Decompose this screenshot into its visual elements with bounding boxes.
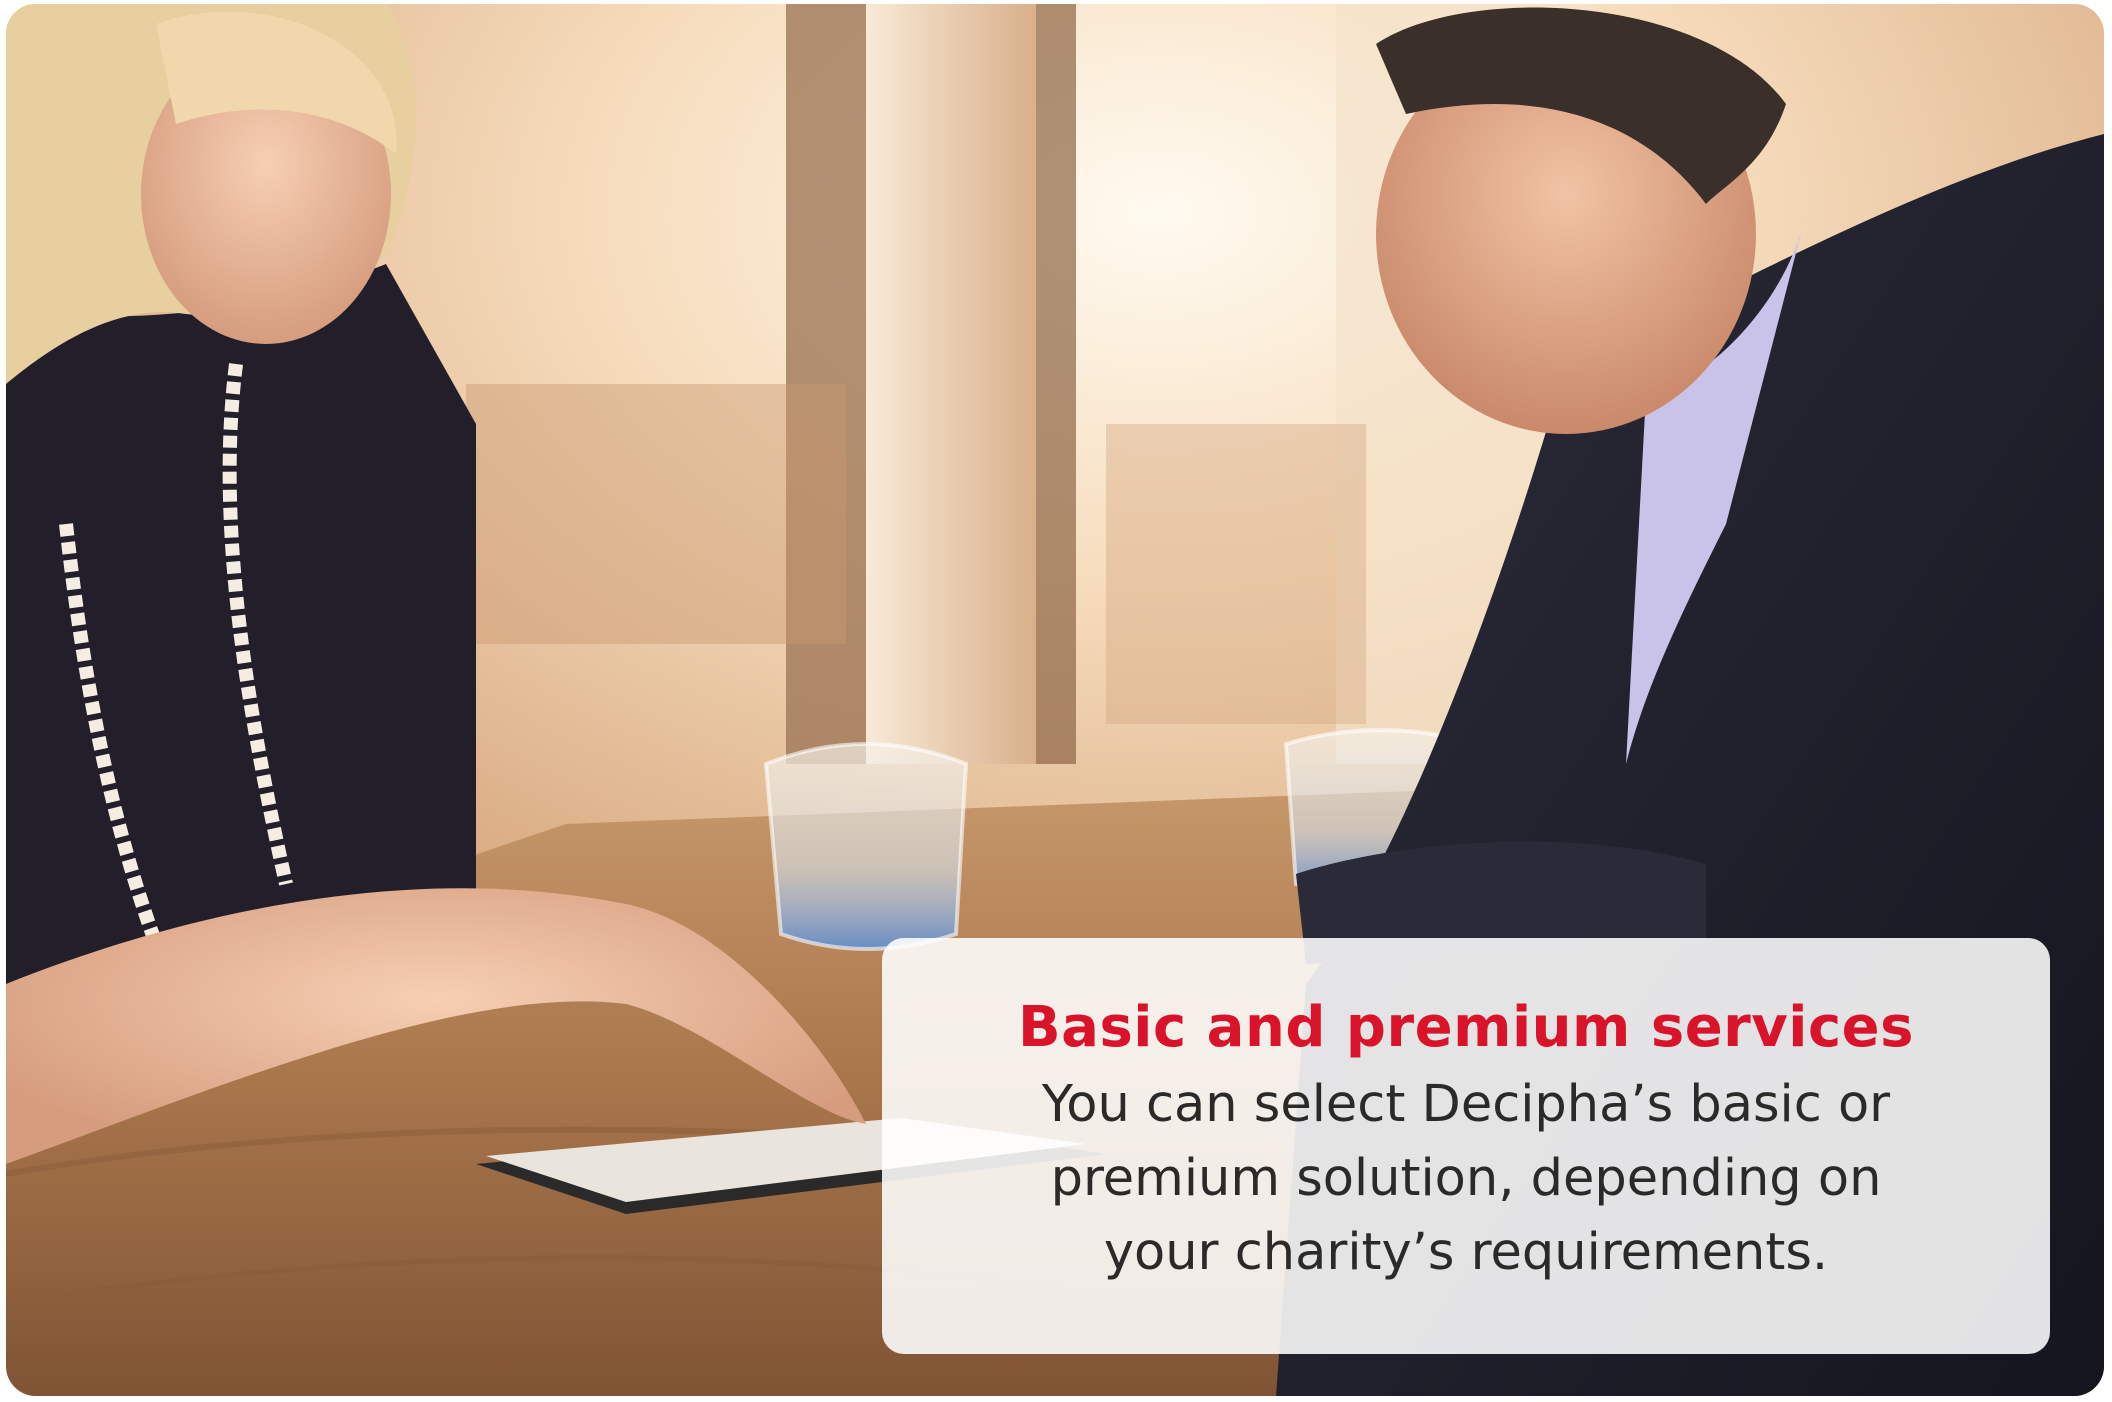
caption-line-3: your charity’s requirements. xyxy=(1103,1223,1829,1282)
caption-heading: Basic and premium services xyxy=(1017,995,1914,1060)
caption-line-1: You can select Decipha’s basic or xyxy=(1041,1075,1891,1134)
caption-body: You can select Decipha’s basic or premiu… xyxy=(922,1068,2010,1290)
photo-frame: Basic and premium services You can selec… xyxy=(6,4,2104,1396)
caption-card: Basic and premium services You can selec… xyxy=(882,938,2050,1354)
caption-line-2: premium solution, depending on xyxy=(1050,1149,1882,1208)
